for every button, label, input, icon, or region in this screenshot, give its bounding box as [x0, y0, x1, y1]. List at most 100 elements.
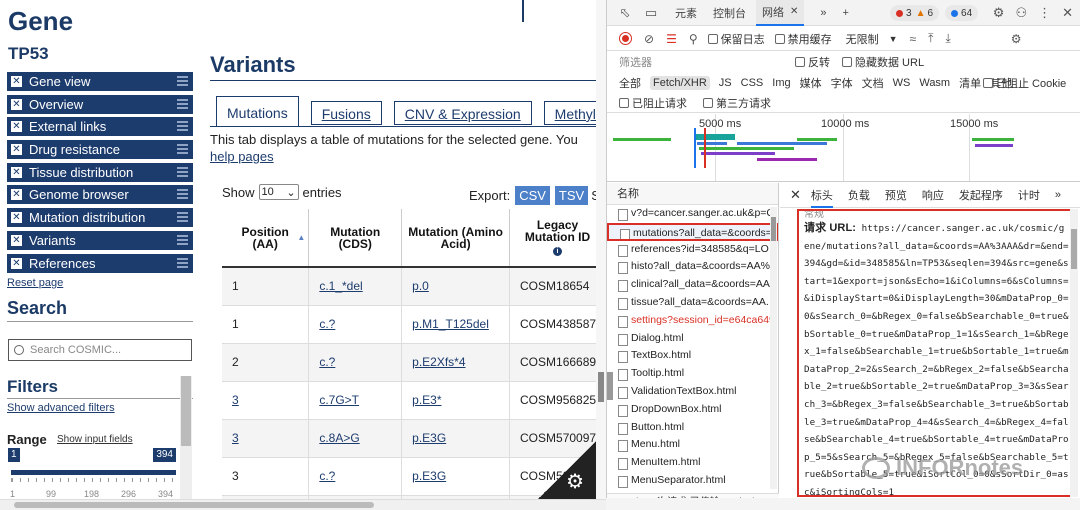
- cds-cell[interactable]: c.1_*del: [308, 267, 403, 306]
- request-row[interactable]: histo?all_data=&coords=AA%: [607, 258, 778, 276]
- column-header[interactable]: Mutation (CDS): [308, 209, 403, 268]
- clear-icon[interactable]: ⊘: [644, 32, 654, 46]
- close-icon[interactable]: ✕: [11, 98, 22, 110]
- request-row[interactable]: v?d=cancer.sanger.ac.uk&p=C: [607, 205, 778, 223]
- drag-handle-icon[interactable]: [177, 166, 188, 177]
- third-party-checkbox[interactable]: 第三方请求: [703, 95, 771, 111]
- filter-type[interactable]: WS: [893, 77, 911, 89]
- close-icon[interactable]: ✕: [11, 121, 22, 133]
- close-icon[interactable]: ✕: [11, 189, 22, 201]
- tab-console[interactable]: 控制台: [713, 0, 746, 26]
- export-icon[interactable]: ⤓: [945, 31, 950, 46]
- network-timeline[interactable]: 5000 ms 10000 ms 15000 ms: [607, 114, 1080, 182]
- column-header[interactable]: Position (AA) ▲: [222, 209, 310, 268]
- request-row[interactable]: Tooltip.html: [607, 365, 778, 383]
- range-max-handle[interactable]: 394: [153, 448, 176, 462]
- scroll-thumb[interactable]: [607, 372, 613, 400]
- close-icon[interactable]: ✕: [11, 76, 22, 87]
- filter-icon[interactable]: ☰: [666, 32, 677, 46]
- filter-type[interactable]: Wasm: [919, 77, 950, 89]
- detail-tab[interactable]: 响应: [922, 187, 944, 203]
- nav-tissue-distribution[interactable]: ✕ Tissue distribution: [7, 162, 193, 182]
- disable-cache-checkbox[interactable]: 禁用缓存: [774, 31, 832, 47]
- export-tsv-button[interactable]: TSV: [554, 186, 589, 205]
- drag-handle-icon[interactable]: [177, 212, 188, 223]
- close-icon[interactable]: ✕: [790, 6, 798, 17]
- filter-type[interactable]: 媒体: [800, 75, 822, 91]
- detail-scrollbar[interactable]: [1070, 209, 1078, 497]
- reset-page-link[interactable]: Reset page: [7, 277, 63, 289]
- filter-type[interactable]: JS: [719, 77, 732, 89]
- filter-type[interactable]: Fetch/XHR: [650, 75, 710, 90]
- import-icon[interactable]: ⤒: [928, 31, 933, 46]
- more-tabs-icon[interactable]: »: [1055, 189, 1061, 201]
- filter-type[interactable]: 全部: [619, 75, 641, 91]
- amino-acid-cell[interactable]: p.E3G: [401, 419, 511, 458]
- nav-variants[interactable]: ✕ Variants: [7, 230, 193, 250]
- tab-fusions[interactable]: Fusions: [310, 101, 382, 125]
- nav-external-links[interactable]: ✕ External links: [7, 117, 193, 137]
- request-row[interactable]: references?id=348585&q=LO: [607, 241, 778, 259]
- close-icon[interactable]: ✕: [1062, 5, 1073, 21]
- show-input-fields-link[interactable]: Show input fields: [57, 434, 133, 445]
- advanced-filters-link[interactable]: Show advanced filters: [7, 402, 115, 414]
- request-row[interactable]: DropDownBox.html: [607, 401, 778, 419]
- preserve-log-checkbox[interactable]: 保留日志: [707, 31, 765, 47]
- block-cookies-checkbox[interactable]: 已阻止 Cookie: [975, 72, 1080, 93]
- more-tabs-icon[interactable]: »: [820, 0, 826, 26]
- cds-cell[interactable]: c.?: [308, 343, 403, 382]
- amino-acid-cell[interactable]: p.M1_T125del: [401, 305, 511, 344]
- drag-handle-icon[interactable]: [177, 234, 188, 245]
- warning-badge[interactable]: 3 ▲ 6: [890, 5, 940, 21]
- request-list-scrollbar[interactable]: [770, 207, 777, 489]
- request-row[interactable]: TextBox.html: [607, 347, 778, 365]
- nav-references[interactable]: ✕ References: [7, 253, 193, 273]
- request-row[interactable]: MenuItem.html: [607, 454, 778, 472]
- detail-tab[interactable]: 负载: [848, 187, 870, 203]
- filter-type[interactable]: 文档: [862, 75, 884, 91]
- close-icon[interactable]: ✕: [11, 166, 22, 178]
- add-tab-icon[interactable]: +: [843, 0, 849, 26]
- device-toggle-icon[interactable]: ▭: [643, 5, 659, 20]
- tab-network[interactable]: 网络 ✕: [756, 0, 805, 26]
- nav-overview[interactable]: ✕ Overview: [7, 94, 193, 114]
- request-row[interactable]: clinical?all_data=&coords=AA: [607, 276, 778, 294]
- cds-cell[interactable]: c.8A>G: [308, 419, 403, 458]
- request-row[interactable]: ValidationTextBox.html: [607, 383, 778, 401]
- help-pages-link[interactable]: help pages: [210, 148, 606, 165]
- column-header[interactable]: Legacy Mutation ID i: [509, 209, 606, 268]
- filter-type[interactable]: 字体: [831, 75, 853, 91]
- drag-handle-icon[interactable]: [177, 257, 188, 268]
- column-header[interactable]: Mutation (Amino Acid): [401, 209, 511, 268]
- filter-input[interactable]: 筛选器: [619, 54, 795, 70]
- detail-tab[interactable]: 标头: [810, 187, 833, 208]
- amino-acid-cell[interactable]: p.E2Xfs*4: [401, 343, 511, 382]
- request-row[interactable]: tissue?all_data=&coords=AA.: [607, 294, 778, 312]
- amino-acid-cell[interactable]: p.E3G: [401, 457, 511, 496]
- request-row[interactable]: mutations?all_data=&coords=: [607, 222, 778, 241]
- drag-handle-icon[interactable]: [177, 144, 188, 155]
- record-icon[interactable]: [619, 32, 632, 45]
- position-cell[interactable]: 3: [222, 381, 310, 420]
- request-row[interactable]: Dialog.html: [607, 330, 778, 348]
- name-column-header[interactable]: 名称: [607, 183, 778, 205]
- filter-type[interactable]: Img: [772, 77, 790, 89]
- detail-tab[interactable]: 预览: [885, 187, 907, 203]
- network-conditions-icon[interactable]: ≈: [910, 32, 917, 46]
- drag-handle-icon[interactable]: [177, 76, 188, 86]
- close-icon[interactable]: ✕: [11, 212, 22, 224]
- cds-cell[interactable]: c.?: [308, 305, 403, 344]
- nav-mutation-distribution[interactable]: ✕ Mutation distribution: [7, 208, 193, 228]
- nav-drug-resistance[interactable]: ✕ Drug resistance: [7, 140, 193, 160]
- request-row[interactable]: Menu.html: [607, 436, 778, 454]
- close-icon[interactable]: ✕: [11, 144, 22, 156]
- gear-icon[interactable]: ⚙: [993, 5, 1005, 21]
- range-slider[interactable]: 1 394 1 99 198 296 394: [8, 448, 176, 499]
- tab-cnv-expression[interactable]: CNV & Expression: [393, 101, 532, 125]
- hide-data-urls-checkbox[interactable]: 隐藏数据 URL: [842, 54, 924, 70]
- cds-cell[interactable]: c.?: [308, 457, 403, 496]
- customize-icon[interactable]: ⚇: [1015, 5, 1027, 21]
- settings-corner[interactable]: ⚙: [528, 430, 606, 510]
- request-row[interactable]: MenuSeparator.html: [607, 472, 778, 490]
- request-row[interactable]: settings?session_id=e64ca649: [607, 312, 778, 330]
